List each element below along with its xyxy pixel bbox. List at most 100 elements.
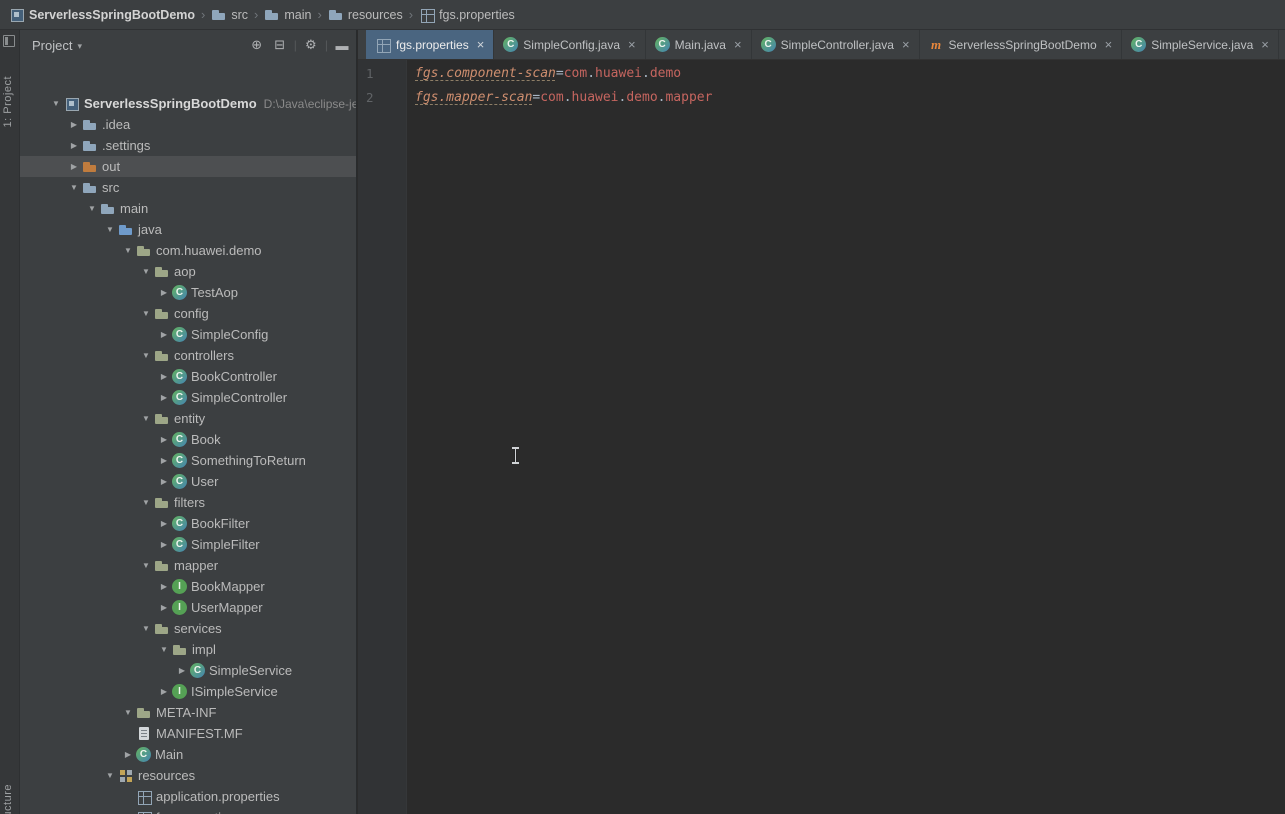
line-number[interactable]: 2: [366, 86, 406, 110]
collapse-arrow-icon[interactable]: ▼: [138, 624, 154, 633]
close-tab-icon[interactable]: ×: [477, 38, 485, 51]
settings-gear-button[interactable]: ⚙: [301, 37, 321, 53]
expand-arrow-icon[interactable]: ▶: [174, 666, 190, 675]
tree-item-user[interactable]: ▶ C User: [20, 471, 356, 492]
close-tab-icon[interactable]: ×: [734, 38, 742, 51]
tree-item-settings[interactable]: ▶ .settings: [20, 135, 356, 156]
tree-item-testaop[interactable]: ▶ C TestAop: [20, 282, 356, 303]
collapse-arrow-icon[interactable]: ▼: [138, 414, 154, 423]
collapse-arrow-icon[interactable]: ▼: [138, 267, 154, 276]
expand-arrow-icon[interactable]: ▶: [156, 456, 172, 465]
expand-arrow-icon[interactable]: ▶: [66, 162, 82, 171]
expand-arrow-icon[interactable]: ▶: [156, 330, 172, 339]
tree-item-usermapper[interactable]: ▶ I UserMapper: [20, 597, 356, 618]
tab-simplecontroller-java[interactable]: C SimpleController.java ×: [752, 30, 920, 59]
tree-item-idea[interactable]: ▶ .idea: [20, 114, 356, 135]
tab-main-java[interactable]: C Main.java ×: [646, 30, 752, 59]
expand-arrow-icon[interactable]: ▶: [156, 393, 172, 402]
tree-item-impl[interactable]: ▼ impl: [20, 639, 356, 660]
tree-item-somethingtoreturn[interactable]: ▶ C SomethingToReturn: [20, 450, 356, 471]
tree-item-bookmapper[interactable]: ▶ I BookMapper: [20, 576, 356, 597]
expand-arrow-icon[interactable]: ▶: [156, 435, 172, 444]
tree-item-com-huawei-demo[interactable]: ▼ com.huawei.demo: [20, 240, 356, 261]
close-tab-icon[interactable]: ×: [628, 38, 636, 51]
tree-item-services[interactable]: ▼ services: [20, 618, 356, 639]
tab-serverlessspringbootdemo[interactable]: m ServerlessSpringBootDemo ×: [920, 30, 1123, 59]
expand-arrow-icon[interactable]: ▶: [66, 141, 82, 150]
tree-item-entity[interactable]: ▼ entity: [20, 408, 356, 429]
project-stripe-button[interactable]: 1: Project: [2, 76, 14, 127]
tree-item-src[interactable]: ▼ src: [20, 177, 356, 198]
close-tab-icon[interactable]: ×: [902, 38, 910, 51]
tab-fgs-properties[interactable]: fgs.properties ×: [366, 30, 495, 59]
collapse-arrow-icon[interactable]: ▼: [120, 246, 136, 255]
collapse-arrow-icon[interactable]: ▼: [48, 99, 64, 108]
collapse-arrow-icon[interactable]: ▼: [138, 309, 154, 318]
expand-arrow-icon[interactable]: ▶: [156, 288, 172, 297]
tab-simpleservice-java[interactable]: C SimpleService.java ×: [1122, 30, 1279, 59]
expand-arrow-icon[interactable]: ▶: [156, 519, 172, 528]
expand-arrow-icon[interactable]: ▶: [156, 372, 172, 381]
breadcrumb-item-main[interactable]: main: [261, 7, 314, 23]
tree-item-main[interactable]: ▼ main: [20, 198, 356, 219]
tree-item-simplefilter[interactable]: ▶ C SimpleFilter: [20, 534, 356, 555]
expand-arrow-icon[interactable]: ▶: [156, 540, 172, 549]
tree-item-serverlessspringbootdemo[interactable]: ▼ ServerlessSpringBootDemo D:\Java\eclipse…: [20, 93, 356, 114]
tree-item-application-properties[interactable]: application.properties: [20, 786, 356, 807]
tree-item-filters[interactable]: ▼ filters: [20, 492, 356, 513]
tree-item-mapper[interactable]: ▼ mapper: [20, 555, 356, 576]
tree-item-resources[interactable]: ▼ resources: [20, 765, 356, 786]
collapse-arrow-icon[interactable]: ▼: [102, 225, 118, 234]
collapse-arrow-icon[interactable]: ▼: [102, 771, 118, 780]
scroll-from-source-button[interactable]: ⊕: [247, 37, 267, 53]
collapse-arrow-icon[interactable]: ▼: [66, 183, 82, 192]
editor[interactable]: 12 fgs.component-scan=com.huawei.demo fgs…: [358, 60, 1285, 814]
breadcrumb-item-resources[interactable]: resources: [325, 7, 406, 23]
structure-stripe-button[interactable]: ucture: [2, 784, 14, 814]
project-view-selector[interactable]: Project ▾: [32, 38, 82, 53]
tree-item-meta-inf[interactable]: ▼ META-INF: [20, 702, 356, 723]
tree-item-aop[interactable]: ▼ aop: [20, 261, 356, 282]
code-line-1[interactable]: fgs.component-scan=com.huawei.demo: [415, 62, 1285, 86]
tree-item-bookcontroller[interactable]: ▶ C BookController: [20, 366, 356, 387]
expand-arrow-icon[interactable]: ▶: [156, 687, 172, 696]
close-tab-icon[interactable]: ×: [1261, 38, 1269, 51]
tree-item-label: services: [174, 621, 222, 636]
collapse-arrow-icon[interactable]: ▼: [138, 561, 154, 570]
code-area[interactable]: fgs.component-scan=com.huawei.demo fgs.ma…: [407, 60, 1285, 814]
collapse-arrow-icon[interactable]: ▼: [120, 708, 136, 717]
expand-arrow-icon[interactable]: ▶: [120, 750, 136, 759]
hide-panel-button[interactable]: ▬: [332, 38, 352, 53]
editor-gutter[interactable]: 12: [358, 60, 407, 814]
collapse-arrow-icon[interactable]: ▼: [84, 204, 100, 213]
expand-arrow-icon[interactable]: ▶: [156, 582, 172, 591]
collapse-arrow-icon[interactable]: ▼: [138, 351, 154, 360]
tab-simpleconfig-java[interactable]: C SimpleConfig.java ×: [494, 30, 646, 59]
tree-item-out[interactable]: ▶ out: [20, 156, 356, 177]
tree-item-isimpleservice[interactable]: ▶ I ISimpleService: [20, 681, 356, 702]
collapse-all-button[interactable]: ⊟: [270, 37, 290, 53]
expand-arrow-icon[interactable]: ▶: [66, 120, 82, 129]
tree-item-fgs-properties[interactable]: fgs.properties: [20, 807, 356, 814]
collapse-arrow-icon[interactable]: ▼: [156, 645, 172, 654]
tree-item-simpleconfig[interactable]: ▶ C SimpleConfig: [20, 324, 356, 345]
line-number[interactable]: 1: [366, 62, 406, 86]
tree-item-book[interactable]: ▶ C Book: [20, 429, 356, 450]
tree-item-bookfilter[interactable]: ▶ C BookFilter: [20, 513, 356, 534]
tree-item-main[interactable]: ▶ C Main: [20, 744, 356, 765]
breadcrumb-item-src[interactable]: src: [208, 7, 251, 23]
tree-item-simpleservice[interactable]: ▶ C SimpleService: [20, 660, 356, 681]
close-tab-icon[interactable]: ×: [1105, 38, 1113, 51]
tree-item-java[interactable]: ▼ java: [20, 219, 356, 240]
breadcrumb-item-serverlessspringbootdemo[interactable]: ServerlessSpringBootDemo: [6, 7, 198, 23]
tree-item-config[interactable]: ▼ config: [20, 303, 356, 324]
tree-item-controllers[interactable]: ▼ controllers: [20, 345, 356, 366]
code-line-2[interactable]: fgs.mapper-scan=com.huawei.demo.mapper: [415, 86, 1285, 110]
collapse-arrow-icon[interactable]: ▼: [138, 498, 154, 507]
tree-item-simplecontroller[interactable]: ▶ C SimpleController: [20, 387, 356, 408]
tree-item-manifest-mf[interactable]: MANIFEST.MF: [20, 723, 356, 744]
expand-arrow-icon[interactable]: ▶: [156, 603, 172, 612]
expand-arrow-icon[interactable]: ▶: [156, 477, 172, 486]
breadcrumb-item-fgs-properties[interactable]: fgs.properties: [416, 7, 518, 23]
tree-item-label: java: [138, 222, 162, 237]
